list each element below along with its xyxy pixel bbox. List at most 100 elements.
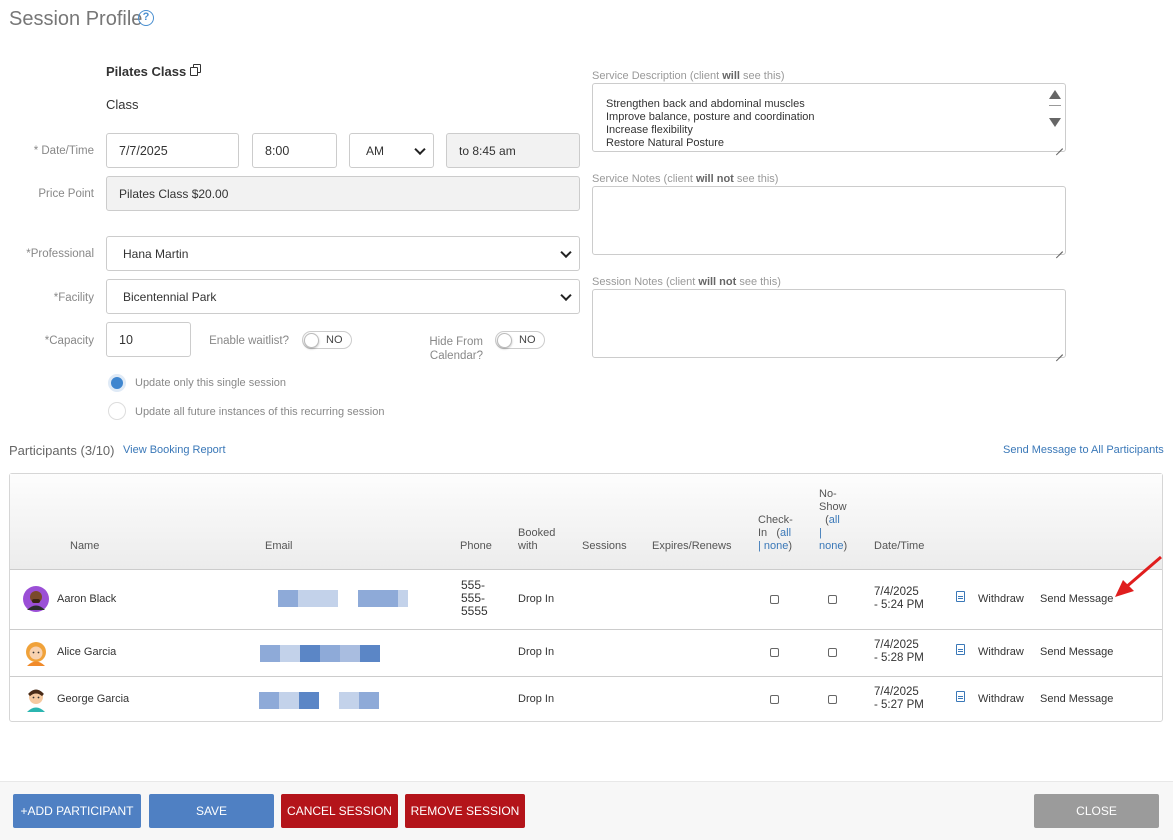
participant-name-link[interactable]: George Garcia <box>57 693 129 705</box>
end-time-display: to 8:45 am <box>446 133 580 168</box>
view-booking-report-link[interactable]: View Booking Report <box>123 444 226 456</box>
facility-select[interactable]: Bicentennial Park <box>106 279 580 314</box>
participants-title: Participants (3/10) <box>9 443 115 458</box>
col-booked-with: Booked with <box>518 527 556 552</box>
participant-datetime: 7/4/2025 - 5:27 PM <box>874 686 924 711</box>
annotation-arrow-icon <box>1115 555 1162 597</box>
session-notes-textarea[interactable] <box>592 289 1066 358</box>
table-header: Name Email Phone Booked with Sessions Ex… <box>10 474 1162 570</box>
col-expires: Expires/Renews <box>652 540 732 552</box>
col-name: Name <box>70 540 100 552</box>
service-description-label: Service Description (client will see thi… <box>592 70 785 82</box>
waitlist-toggle-text: NO <box>326 334 343 346</box>
resize-handle[interactable] <box>1054 346 1063 355</box>
help-icon[interactable]: ? <box>138 10 154 26</box>
page-title: Session Profile <box>9 8 143 30</box>
chevron-down-icon <box>560 246 572 258</box>
facility-value: Bicentennial Park <box>123 289 217 304</box>
checkin-all-link[interactable]: all <box>780 527 791 539</box>
noshow-all-link[interactable]: all <box>829 514 840 526</box>
save-button[interactable]: SAVE <box>149 794 274 828</box>
resize-handle[interactable] <box>1054 140 1063 149</box>
document-icon[interactable] <box>956 644 965 655</box>
scroll-down-icon[interactable] <box>1049 118 1061 127</box>
service-notes-label: Service Notes (client will not see this) <box>592 173 779 185</box>
professional-select[interactable]: Hana Martin <box>106 236 580 271</box>
email-redacted <box>260 645 380 662</box>
send-message-all-link[interactable]: Send Message to All Participants <box>1003 444 1164 456</box>
facility-label: *Facility <box>53 292 94 304</box>
scroll-up-icon[interactable] <box>1049 90 1061 99</box>
checkin-none-link[interactable]: none <box>764 540 788 552</box>
description-line: Restore Natural Posture <box>606 137 724 149</box>
hide-calendar-label: Hide From Calendar? <box>429 336 483 362</box>
user-avatar-icon <box>27 689 45 712</box>
session-name: Pilates Class <box>106 64 187 79</box>
resize-handle[interactable] <box>1054 243 1063 252</box>
ampm-value: AM <box>366 143 384 158</box>
participant-booked-with: Drop In <box>518 693 555 705</box>
add-participant-button[interactable]: +ADD PARTICIPANT <box>13 794 141 828</box>
participants-table: Name Email Phone Booked with Sessions Ex… <box>9 473 1163 722</box>
copy-icon[interactable] <box>190 64 201 76</box>
time-input[interactable]: 8:00 <box>252 133 337 168</box>
cancel-session-button[interactable]: CANCEL SESSION <box>281 794 398 828</box>
capacity-input[interactable]: 10 <box>106 322 191 357</box>
withdraw-link[interactable]: Withdraw <box>978 693 1024 705</box>
description-line: Strengthen back and abdominal muscles <box>606 98 805 110</box>
participant-name-link[interactable]: Alice Garcia <box>57 646 116 658</box>
noshow-checkbox[interactable] <box>828 695 837 704</box>
service-description-textarea[interactable]: Strengthen back and abdominal muscles Im… <box>592 83 1066 152</box>
col-datetime: Date/Time <box>874 540 925 552</box>
price-point-field: Pilates Class $20.00 <box>106 176 580 211</box>
send-message-link[interactable]: Send Message <box>1040 646 1113 658</box>
withdraw-link[interactable]: Withdraw <box>978 646 1024 658</box>
user-avatar-icon <box>26 642 46 666</box>
update-all-radio[interactable] <box>108 402 126 420</box>
participant-name-link[interactable]: Aaron Black <box>57 593 116 605</box>
price-point-label: Price Point <box>38 188 94 200</box>
scroll-divider <box>1049 105 1061 106</box>
update-single-radio[interactable] <box>108 374 126 392</box>
participant-booked-with: Drop In <box>518 646 555 658</box>
noshow-none-link[interactable]: none <box>819 540 843 552</box>
user-avatar-icon <box>23 586 49 612</box>
waitlist-toggle[interactable]: NO <box>302 331 352 349</box>
email-redacted <box>358 590 408 607</box>
participant-phone: 555- 555- 5555 <box>461 578 488 618</box>
noshow-checkbox[interactable] <box>828 648 837 657</box>
hide-calendar-toggle[interactable]: NO <box>495 331 545 349</box>
table-row: George Garcia Drop In 7/4/2025 - 5:27 PM… <box>10 677 1162 722</box>
service-notes-textarea[interactable] <box>592 186 1066 255</box>
col-sessions: Sessions <box>582 540 627 552</box>
participant-datetime: 7/4/2025 - 5:28 PM <box>874 639 924 664</box>
col-checkin: Check- In (all | none) <box>758 514 793 552</box>
email-redacted <box>259 692 319 709</box>
date-input[interactable]: 7/7/2025 <box>106 133 239 168</box>
participant-datetime: 7/4/2025 - 5:24 PM <box>874 586 924 611</box>
session-type: Class <box>106 97 139 112</box>
close-button[interactable]: CLOSE <box>1034 794 1159 828</box>
email-redacted <box>278 590 338 607</box>
table-row: Aaron Black 555- 555- 5555 Drop In 7/4/2… <box>10 555 1162 629</box>
checkin-checkbox[interactable] <box>770 595 779 604</box>
send-message-link[interactable]: Send Message <box>1040 693 1113 705</box>
col-noshow: No- Show (all | none) <box>819 488 848 552</box>
remove-session-button[interactable]: REMOVE SESSION <box>405 794 525 828</box>
update-single-label: Update only this single session <box>135 377 287 389</box>
col-email: Email <box>265 540 293 552</box>
chevron-down-icon <box>414 143 426 155</box>
noshow-checkbox[interactable] <box>828 595 837 604</box>
capacity-label: *Capacity <box>44 335 94 347</box>
toggle-knob <box>304 333 319 348</box>
checkin-checkbox[interactable] <box>770 648 779 657</box>
checkin-checkbox[interactable] <box>770 695 779 704</box>
chevron-down-icon <box>560 289 572 301</box>
toggle-knob <box>497 333 512 348</box>
document-icon[interactable] <box>956 691 965 702</box>
withdraw-link[interactable]: Withdraw <box>978 593 1024 605</box>
ampm-select[interactable]: AM <box>349 133 434 168</box>
update-all-label: Update all future instances of this recu… <box>135 406 385 418</box>
send-message-link[interactable]: Send Message <box>1040 593 1113 605</box>
document-icon[interactable] <box>956 591 965 602</box>
